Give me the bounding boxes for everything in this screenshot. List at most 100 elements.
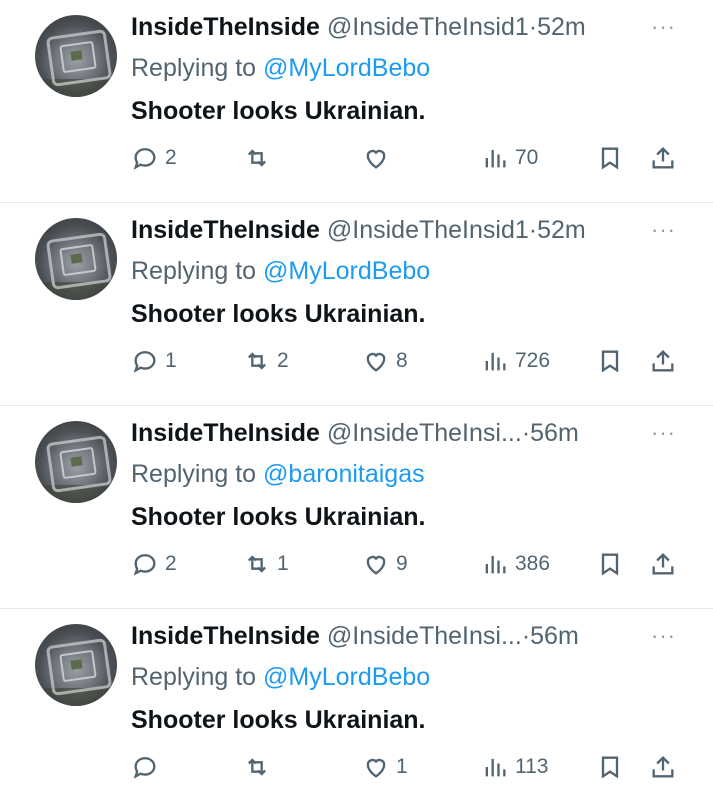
heart-icon (366, 149, 386, 169)
like-count: 9 (396, 552, 408, 575)
retweet-button[interactable] (243, 140, 277, 176)
like-button[interactable] (362, 140, 396, 176)
reply-button[interactable]: 2 (131, 546, 177, 582)
tweet-header: InsideTheInside @InsideTheInsid1·52m (131, 214, 673, 246)
more-options-icon[interactable]: ··· (651, 623, 676, 649)
reply-mention-link[interactable]: @MyLordBebo (263, 663, 430, 691)
tweet[interactable]: InsideTheInside @InsideTheInsi...·56m ··… (0, 406, 713, 609)
more-options-icon[interactable]: ··· (651, 14, 676, 40)
retweet-icon (248, 758, 266, 776)
avatar[interactable] (35, 421, 117, 503)
like-button[interactable]: 1 (362, 749, 408, 785)
views-count: 726 (515, 349, 551, 372)
display-name[interactable]: InsideTheInside (131, 622, 320, 650)
share-icon (652, 350, 674, 372)
reply-button[interactable]: 1 (131, 343, 177, 379)
more-options-icon[interactable]: ··· (651, 217, 676, 243)
reply-button[interactable]: 2 (131, 140, 177, 176)
share-icon (652, 553, 674, 575)
views-count: 70 (515, 146, 539, 169)
share-button[interactable] (649, 140, 677, 176)
user-handle[interactable]: @InsideTheInsid1 (327, 13, 529, 41)
views-button[interactable]: 70 (481, 140, 538, 176)
reply-button[interactable] (131, 749, 165, 785)
more-options-icon[interactable]: ··· (651, 420, 676, 446)
bookmark-icon (601, 350, 619, 373)
like-button[interactable]: 8 (362, 343, 408, 379)
bookmark-icon (601, 553, 619, 576)
tweet-header: InsideTheInside @InsideTheInsi...·56m (131, 417, 673, 449)
reply-mention-link[interactable]: @MyLordBebo (263, 54, 430, 82)
tweet[interactable]: InsideTheInside @InsideTheInsid1·52m ···… (0, 203, 713, 406)
bookmark-button[interactable] (596, 140, 624, 176)
user-handle[interactable]: @InsideTheInsi... (327, 622, 522, 650)
share-button[interactable] (649, 546, 677, 582)
retweet-count: 2 (277, 349, 289, 372)
tweet-text: Shooter looks Ukrainian. (131, 300, 426, 328)
like-button[interactable]: 9 (362, 546, 408, 582)
reply-mention-link[interactable]: @MyLordBebo (263, 257, 430, 285)
reply-count: 2 (165, 552, 177, 575)
timestamp[interactable]: 52m (537, 13, 586, 41)
retweet-button[interactable]: 2 (243, 343, 289, 379)
reply-count: 2 (165, 146, 177, 169)
tweet-text: Shooter looks Ukrainian. (131, 706, 426, 734)
avatar[interactable] (35, 218, 117, 300)
tweet-header: InsideTheInside @InsideTheInsi...·56m (131, 620, 673, 652)
views-button[interactable]: 726 (481, 343, 550, 379)
retweet-button[interactable]: 1 (243, 546, 289, 582)
tweet-feed: InsideTheInside @InsideTheInsid1·52m ···… (0, 0, 713, 800)
timestamp[interactable]: 56m (530, 419, 579, 447)
user-handle[interactable]: @InsideTheInsi... (327, 419, 522, 447)
timestamp[interactable]: 56m (530, 622, 579, 650)
reply-mention-link[interactable]: @baronitaigas (263, 460, 425, 488)
share-button[interactable] (649, 343, 677, 379)
tweet[interactable]: InsideTheInside @InsideTheInsid1·52m ···… (0, 0, 713, 203)
retweet-button[interactable] (243, 749, 277, 785)
views-count: 386 (515, 552, 551, 575)
heart-icon (366, 758, 386, 778)
views-button[interactable]: 386 (481, 546, 550, 582)
separator-dot: · (521, 622, 531, 650)
timestamp[interactable]: 52m (537, 216, 586, 244)
replying-to: Replying to @MyLordBebo (131, 52, 430, 84)
share-icon (652, 147, 674, 169)
tweet-actions: 1 113 (131, 749, 676, 785)
views-button[interactable]: 113 (481, 749, 548, 785)
bookmark-icon (601, 756, 619, 779)
retweet-icon (248, 149, 266, 167)
reply-count: 1 (165, 349, 177, 372)
replying-to-label: Replying to (131, 663, 257, 691)
display-name[interactable]: InsideTheInside (131, 419, 320, 447)
user-handle[interactable]: @InsideTheInsid1 (327, 216, 529, 244)
separator-dot: · (521, 419, 531, 447)
tweet-text: Shooter looks Ukrainian. (131, 97, 426, 125)
separator-dot: · (528, 216, 538, 244)
bookmark-button[interactable] (596, 749, 624, 785)
replying-to: Replying to @MyLordBebo (131, 255, 430, 287)
tweet-actions: 2 70 (131, 140, 676, 176)
reply-icon (133, 757, 156, 779)
retweet-count: 1 (277, 552, 289, 575)
bookmark-button[interactable] (596, 546, 624, 582)
tweet[interactable]: InsideTheInside @InsideTheInsi...·56m ··… (0, 609, 713, 800)
retweet-icon (248, 555, 266, 573)
avatar[interactable] (35, 624, 117, 706)
reply-icon (133, 554, 156, 576)
heart-icon (366, 555, 386, 575)
views-icon (485, 758, 506, 777)
display-name[interactable]: InsideTheInside (131, 216, 320, 244)
tweet-actions: 1 2 8 726 (131, 343, 676, 379)
replying-to-label: Replying to (131, 257, 257, 285)
replying-to-label: Replying to (131, 54, 257, 82)
tweet-header: InsideTheInside @InsideTheInsid1·52m (131, 11, 673, 43)
avatar[interactable] (35, 15, 117, 97)
retweet-icon (248, 352, 266, 370)
share-icon (652, 756, 674, 778)
share-button[interactable] (649, 749, 677, 785)
bookmark-button[interactable] (596, 343, 624, 379)
like-count: 8 (396, 349, 408, 372)
reply-icon (133, 148, 156, 170)
replying-to: Replying to @MyLordBebo (131, 661, 430, 693)
display-name[interactable]: InsideTheInside (131, 13, 320, 41)
